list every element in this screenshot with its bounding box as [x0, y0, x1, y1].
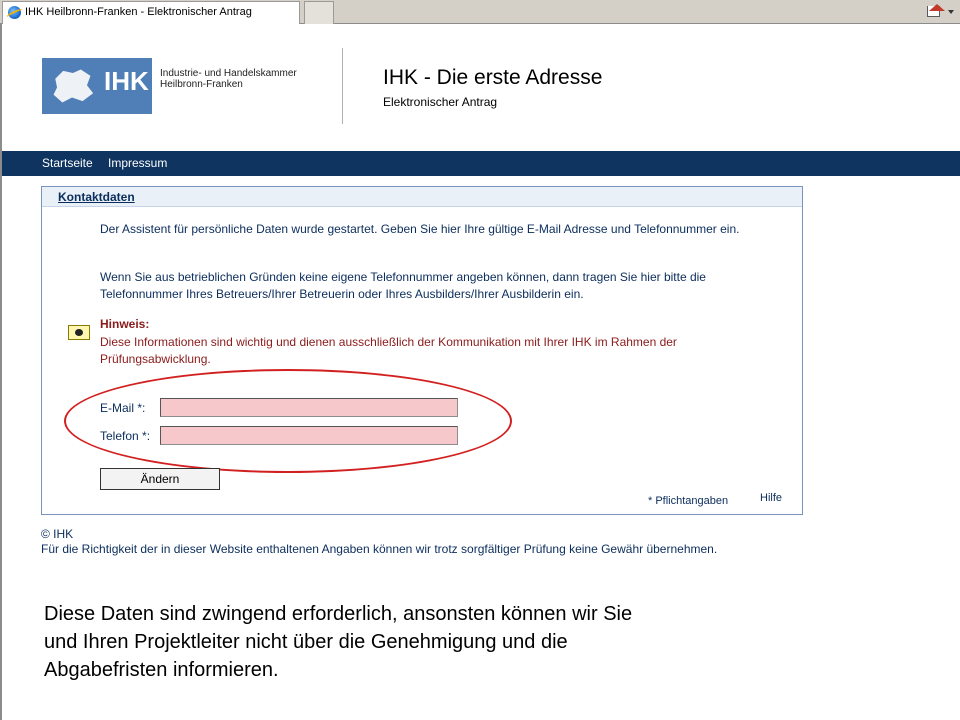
email-field[interactable] — [160, 398, 458, 417]
browser-tab-active[interactable]: IHK Heilbronn-Franken - Elektronischer A… — [2, 1, 300, 24]
hint-text: Diese Informationen sind wichtig und die… — [100, 335, 677, 366]
nav-link-startseite[interactable]: Startseite — [42, 156, 93, 170]
phone-label: Telefon *: — [100, 429, 151, 443]
help-link[interactable]: Hilfe — [760, 492, 782, 504]
home-icon — [927, 4, 945, 17]
required-fields-note: * Pflichtangaben — [648, 495, 729, 507]
browser-tab-strip: IHK Heilbronn-Franken - Elektronischer A… — [0, 0, 960, 24]
main-nav: Startseite Impressum — [2, 151, 960, 176]
page-title: IHK - Die erste Adresse — [383, 66, 603, 89]
highlight-ellipse — [64, 369, 512, 473]
panel-header: Kontaktdaten — [42, 187, 802, 207]
org-name-line1: Industrie- und Handelskammer — [160, 68, 297, 79]
footer-copyright: © IHK — [41, 527, 74, 541]
home-button[interactable] — [924, 2, 956, 21]
browser-tab-title: IHK Heilbronn-Franken - Elektronischer A… — [25, 6, 252, 18]
panel-title: Kontaktdaten — [58, 190, 135, 204]
window-frame-left — [0, 24, 2, 720]
header-divider — [342, 48, 343, 124]
org-name-line2: Heilbronn-Franken — [160, 79, 243, 90]
browser-new-tab[interactable] — [304, 1, 334, 24]
contact-data-panel: Kontaktdaten Der Assistent für persönlic… — [41, 186, 803, 515]
hint-title: Hinweis: — [100, 317, 150, 331]
change-button[interactable]: Ändern — [100, 468, 220, 490]
phone-field[interactable] — [160, 426, 458, 445]
ihk-logo: IHK — [42, 58, 152, 114]
intro-text: Der Assistent für persönliche Daten wurd… — [100, 222, 740, 236]
explanation-caption: Diese Daten sind zwingend erforderlich, … — [44, 603, 633, 681]
ie-globe-icon — [8, 6, 21, 19]
email-label: E-Mail *: — [100, 401, 146, 415]
footer-disclaimer: Für die Richtigkeit der in dieser Websit… — [41, 542, 718, 556]
info-card-icon — [68, 325, 90, 340]
chevron-down-icon — [948, 10, 954, 14]
page-subtitle: Elektronischer Antrag — [383, 95, 498, 109]
region-map-icon — [53, 69, 94, 103]
phone-instruction-text: Wenn Sie aus betrieblichen Gründen keine… — [100, 270, 706, 301]
nav-link-impressum[interactable]: Impressum — [108, 156, 167, 170]
logo-text: IHK — [104, 66, 149, 96]
